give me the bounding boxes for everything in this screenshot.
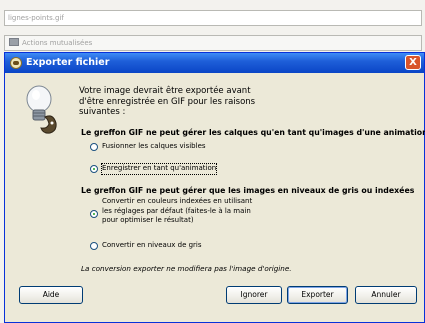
save-as-animation-label[interactable]: Enregistrer en tant qu'animation xyxy=(100,163,218,175)
layers-heading: Le greffon GIF ne peut gérer les calques… xyxy=(81,128,425,137)
convert-grayscale-radio[interactable] xyxy=(90,242,98,250)
folder-icon xyxy=(9,38,19,46)
conversion-note: La conversion exporter ne modifiera pas … xyxy=(81,264,292,273)
export-dialog: Exporter fichier X Votre image devrait ê… xyxy=(4,52,425,323)
close-icon: X xyxy=(409,57,417,68)
convert-grayscale-label[interactable]: Convertir en niveaux de gris xyxy=(102,241,202,251)
folder-label: Actions mutualisées xyxy=(22,39,93,47)
convert-indexed-line-2: les réglages par défaut (faites-le à la … xyxy=(102,206,251,215)
save-as-animation-radio[interactable] xyxy=(90,165,98,173)
message-line-3: suivantes : xyxy=(79,107,126,117)
convert-indexed-radio[interactable] xyxy=(90,210,98,218)
merge-layers-radio[interactable] xyxy=(90,143,98,151)
convert-indexed-line-1: Convertir en couleurs indexées en utilis… xyxy=(102,197,253,205)
lightbulb-icon xyxy=(26,85,57,134)
help-button[interactable]: Aide xyxy=(19,286,83,304)
folder-row[interactable]: Actions mutualisées xyxy=(4,35,422,51)
convert-indexed-line-3: pour optimiser le résultat) xyxy=(102,216,194,224)
export-message: Votre image devrait être exportée avant … xyxy=(79,86,309,118)
convert-indexed-label[interactable]: Convertir en couleurs indexées en utilis… xyxy=(102,197,252,226)
dialog-title: Exporter fichier xyxy=(26,57,110,68)
file-name-text: lignes-points.gif xyxy=(8,14,64,22)
gimp-icon xyxy=(10,57,22,69)
cancel-button[interactable]: Annuler xyxy=(355,286,417,304)
export-button[interactable]: Exporter xyxy=(287,286,348,304)
message-line-2: d'être enregistrée en GIF pour les raiso… xyxy=(79,96,256,107)
ignore-button[interactable]: Ignorer xyxy=(226,286,282,304)
message-line-1: Votre image devrait être exportée avant xyxy=(79,86,251,96)
merge-layers-label[interactable]: Fusionner les calques visibles xyxy=(102,142,206,152)
close-button[interactable]: X xyxy=(405,55,421,70)
dialog-titlebar[interactable]: Exporter fichier X xyxy=(5,53,424,73)
file-name-field[interactable]: lignes-points.gif xyxy=(4,10,422,26)
colors-heading: Le greffon GIF ne peut gérer que les ima… xyxy=(81,186,415,195)
